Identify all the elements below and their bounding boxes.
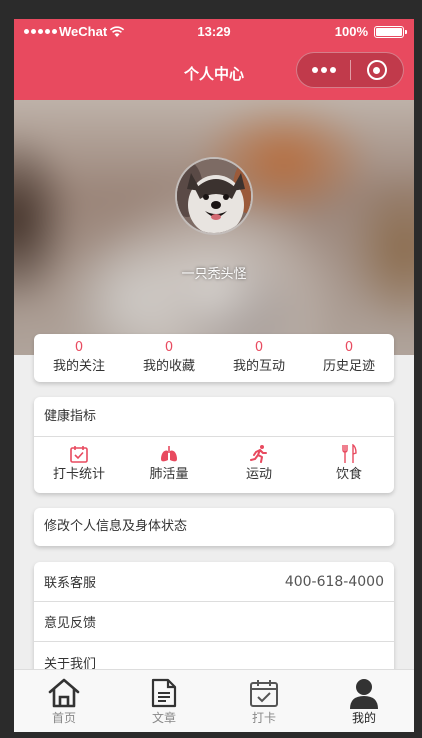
stat-label: 我的关注 xyxy=(52,359,105,374)
health-item-label: 打卡统计 xyxy=(52,467,105,482)
battery-icon xyxy=(374,26,407,38)
stat-value: 0 xyxy=(74,340,84,355)
health-item-diet[interactable]: 饮食 xyxy=(304,437,394,493)
tab-checkin[interactable]: 打卡 xyxy=(214,670,314,732)
user-icon xyxy=(350,679,378,709)
stat-value: 0 xyxy=(254,340,264,355)
stat-history[interactable]: 0 历史足迹 xyxy=(304,334,394,382)
tab-article[interactable]: 文章 xyxy=(114,670,214,732)
article-icon xyxy=(151,678,177,708)
health-item-exercise[interactable]: 运动 xyxy=(214,437,304,493)
health-item-checkin-stats[interactable]: 打卡统计 xyxy=(34,437,124,493)
service-phone: 400-618-4000 xyxy=(284,573,384,590)
health-item-label: 饮食 xyxy=(335,467,362,482)
health-item-label: 运动 xyxy=(245,467,272,482)
tab-label: 文章 xyxy=(151,711,176,725)
status-bar: WeChat 13:29 100% xyxy=(14,19,414,45)
stat-value: 0 xyxy=(344,340,354,355)
phone-screen: WeChat 13:29 100% 个人中心 一只秃头怪 0 我的关注 0 我的… xyxy=(14,19,414,732)
navigation-bar: 个人中心 xyxy=(14,45,414,100)
profile-header: 一只秃头怪 xyxy=(14,100,414,355)
stat-label: 我的收藏 xyxy=(142,359,195,374)
nickname: 一只秃头怪 xyxy=(181,267,247,282)
close-miniprogram-button[interactable] xyxy=(351,60,403,80)
health-title: 健康指标 xyxy=(34,397,394,437)
more-options-button[interactable] xyxy=(297,67,350,73)
lungs-icon xyxy=(161,446,177,462)
stat-label: 历史足迹 xyxy=(322,359,375,374)
stat-favorites[interactable]: 0 我的收藏 xyxy=(124,334,214,382)
tab-label: 我的 xyxy=(351,711,376,725)
menu-card: 联系客服 400-618-4000 意见反馈 关于我们 xyxy=(34,562,394,682)
menu-item-label: 意见反馈 xyxy=(44,616,97,631)
stat-label: 我的互动 xyxy=(232,359,285,374)
tab-bar: 首页 文章 打卡 我的 xyxy=(14,669,414,732)
tab-label: 打卡 xyxy=(251,711,276,725)
stat-following[interactable]: 0 我的关注 xyxy=(34,334,124,382)
edit-profile-button[interactable]: 修改个人信息及身体状态 xyxy=(34,508,394,546)
avatar[interactable] xyxy=(175,157,253,235)
stats-card: 0 我的关注 0 我的收藏 0 我的互动 0 历史足迹 xyxy=(34,334,394,382)
battery-percent: 100% xyxy=(334,24,368,39)
calendar-check-icon xyxy=(70,446,88,463)
menu-item-label: 联系客服 xyxy=(44,576,97,591)
health-item-lung-capacity[interactable]: 肺活量 xyxy=(124,437,214,493)
health-item-label: 肺活量 xyxy=(149,467,189,482)
health-card: 健康指标 打卡统计 肺活量 运动 饮食 xyxy=(34,397,394,493)
stat-interactions[interactable]: 0 我的互动 xyxy=(214,334,304,382)
target-icon xyxy=(366,60,387,80)
contact-service-item[interactable]: 联系客服 400-618-4000 xyxy=(34,562,394,602)
checkin-icon xyxy=(250,680,278,707)
tab-mine[interactable]: 我的 xyxy=(314,670,414,732)
feedback-item[interactable]: 意见反馈 xyxy=(34,602,394,642)
fork-knife-icon xyxy=(342,444,357,463)
stat-value: 0 xyxy=(164,340,174,355)
running-icon xyxy=(250,445,267,463)
home-icon xyxy=(48,678,80,708)
miniprogram-capsule xyxy=(296,52,404,88)
tab-home[interactable]: 首页 xyxy=(14,670,114,732)
tab-label: 首页 xyxy=(51,711,76,725)
